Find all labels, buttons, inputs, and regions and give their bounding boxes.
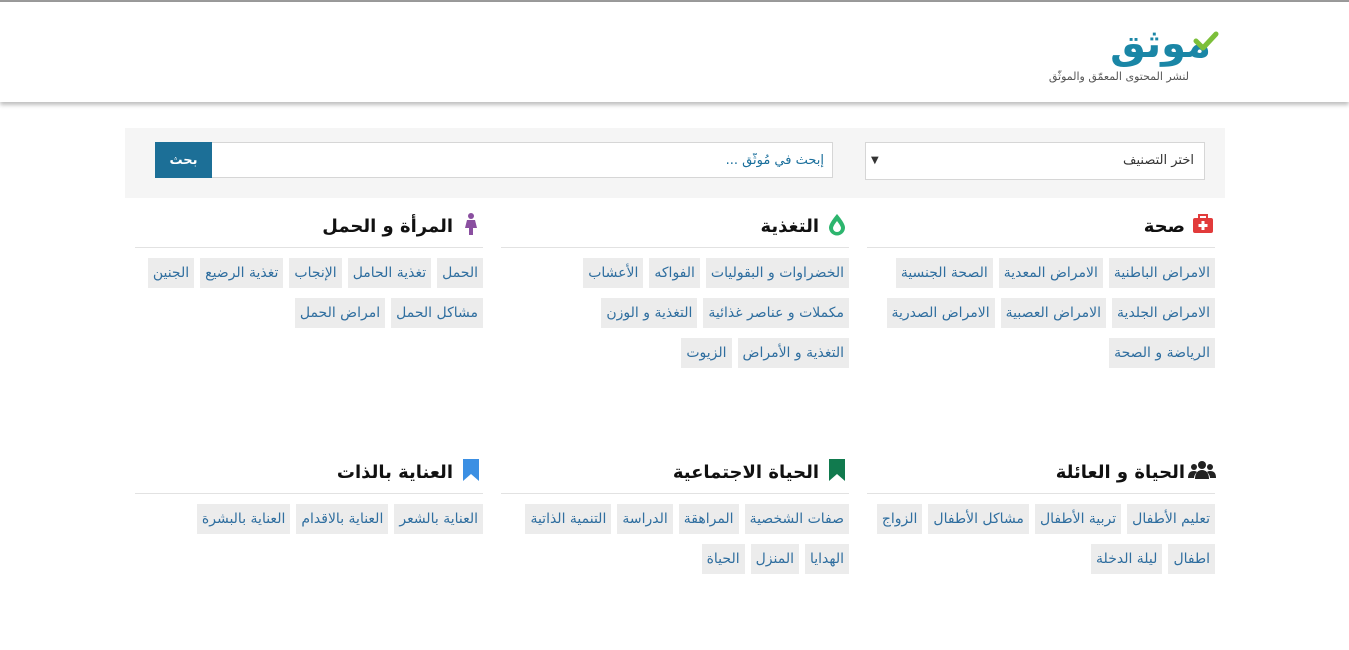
tag-list: الامراض الباطنية الامراض المعدية الصحة ا… [867,248,1215,368]
tag-link[interactable]: الأعشاب [583,258,644,288]
tag-link[interactable]: المنزل [750,544,799,574]
tag-link[interactable]: العناية بالبشرة [196,504,291,534]
tag-link[interactable]: مشاكل الأطفال [928,504,1029,534]
tag-link[interactable]: التنمية الذاتية [525,504,612,534]
tag-link[interactable]: الامراض المعدية [998,258,1103,288]
tag-link[interactable]: العناية بالاقدام [296,504,389,534]
category-health: صحة الامراض الباطنية الامراض المعدية الص… [867,208,1215,368]
logo-tagline: لنشر المحتوى المعمّق والموثّق [1048,70,1189,83]
tag-link[interactable]: تغذية الحامل [347,258,432,288]
tag-list: الخضراوات و البقوليات الفواكه الأعشاب مك… [501,248,849,368]
tag-link[interactable]: الامراض العصبية [1000,298,1107,328]
tag-link[interactable]: المراهقة [678,504,739,534]
category-select-label: اختر التصنيف [1123,153,1194,168]
tag-link[interactable]: الامراض الباطنية [1108,258,1215,288]
bookmark-icon [463,459,479,481]
family-group-icon [1188,461,1216,479]
tag-link[interactable]: التغذية و الوزن [601,298,698,328]
tag-link[interactable]: امراض الحمل [294,298,386,328]
tag-link[interactable]: الصحة الجنسية [895,258,993,288]
tag-link[interactable]: مشاكل الحمل [391,298,483,328]
tag-link[interactable]: تغذية الرضيع [200,258,284,288]
tag-link[interactable]: تربية الأطفال [1034,504,1122,534]
woman-icon [465,213,477,235]
caret-down-icon: ▼ [871,155,879,166]
tag-list: الحمل تغذية الحامل الإنجاب تغذية الرضيع … [135,248,483,328]
tag-list: صفات الشخصية المراهقة الدراسة التنمية ال… [501,494,849,574]
check-mark-icon [1193,31,1219,51]
category-title[interactable]: العناية بالذات [337,462,453,483]
category-title[interactable]: الحياة الاجتماعية [673,462,819,483]
category-header: الحياة و العائلة [867,454,1216,494]
category-family-life: الحياة و العائلة تعليم الأطفال تربية الأ… [867,454,1216,574]
category-header: العناية بالذات [135,454,483,494]
tag-link[interactable]: التغذية و الأمراض [737,338,849,368]
category-nutrition: التغذية الخضراوات و البقوليات الفواكه ال… [501,208,849,368]
tag-link[interactable]: الدراسة [617,504,673,534]
tag-link[interactable]: مكملات و عناصر غذائية [703,298,849,328]
search-input[interactable] [211,142,833,178]
tag-link[interactable]: تعليم الأطفال [1127,504,1215,534]
first-aid-kit-icon [1193,214,1213,233]
tag-link[interactable]: صفات الشخصية [744,504,849,534]
tag-link[interactable]: الامراض الجلدية [1112,298,1215,328]
category-title[interactable]: التغذية [760,216,819,237]
site-logo[interactable]: موثق لنشر المحتوى المعمّق والموثّق [1039,20,1219,90]
tag-link[interactable]: الحياة [701,544,745,574]
category-title[interactable]: الحياة و العائلة [1056,462,1185,483]
tag-link[interactable]: الزواج [876,504,923,534]
category-header: التغذية [501,208,849,248]
tag-link[interactable]: العناية بالشعر [394,504,483,534]
tag-link[interactable]: ليلة الدخلة [1091,544,1163,574]
tag-link[interactable]: الرياضة و الصحة [1109,338,1215,368]
category-header: صحة [867,208,1215,248]
tag-link[interactable]: الخضراوات و البقوليات [705,258,849,288]
category-self-care: العناية بالذات العناية بالشعر العناية با… [135,454,483,534]
tag-list: العناية بالشعر العناية بالاقدام العناية … [135,494,483,534]
tag-link[interactable]: الإنجاب [289,258,342,288]
tag-link[interactable]: الجنين [147,258,195,288]
search-button[interactable]: بحث [155,142,212,178]
category-header: الحياة الاجتماعية [501,454,849,494]
water-drop-icon [829,214,845,236]
tag-link[interactable]: الحمل [437,258,483,288]
category-header: المرأة و الحمل [135,208,483,248]
tag-link[interactable]: الزيوت [681,338,732,368]
search-bar: اختر التصنيف ▼ بحث [125,128,1225,198]
tag-link[interactable]: الامراض الصدرية [886,298,995,328]
tag-list: تعليم الأطفال تربية الأطفال مشاكل الأطفا… [867,494,1215,574]
site-header: موثق لنشر المحتوى المعمّق والموثّق [0,2,1349,102]
category-woman-pregnancy: المرأة و الحمل الحمل تغذية الحامل الإنجا… [135,208,483,328]
category-title[interactable]: المرأة و الحمل [322,216,453,237]
category-select[interactable]: اختر التصنيف ▼ [865,142,1205,180]
tag-link[interactable]: الفواكه [649,258,700,288]
category-title[interactable]: صحة [1144,216,1185,237]
bookmark-icon [829,459,845,481]
category-social-life: الحياة الاجتماعية صفات الشخصية المراهقة … [501,454,849,574]
tag-link[interactable]: الهدايا [804,544,849,574]
tag-link[interactable]: اطفال [1168,544,1215,574]
